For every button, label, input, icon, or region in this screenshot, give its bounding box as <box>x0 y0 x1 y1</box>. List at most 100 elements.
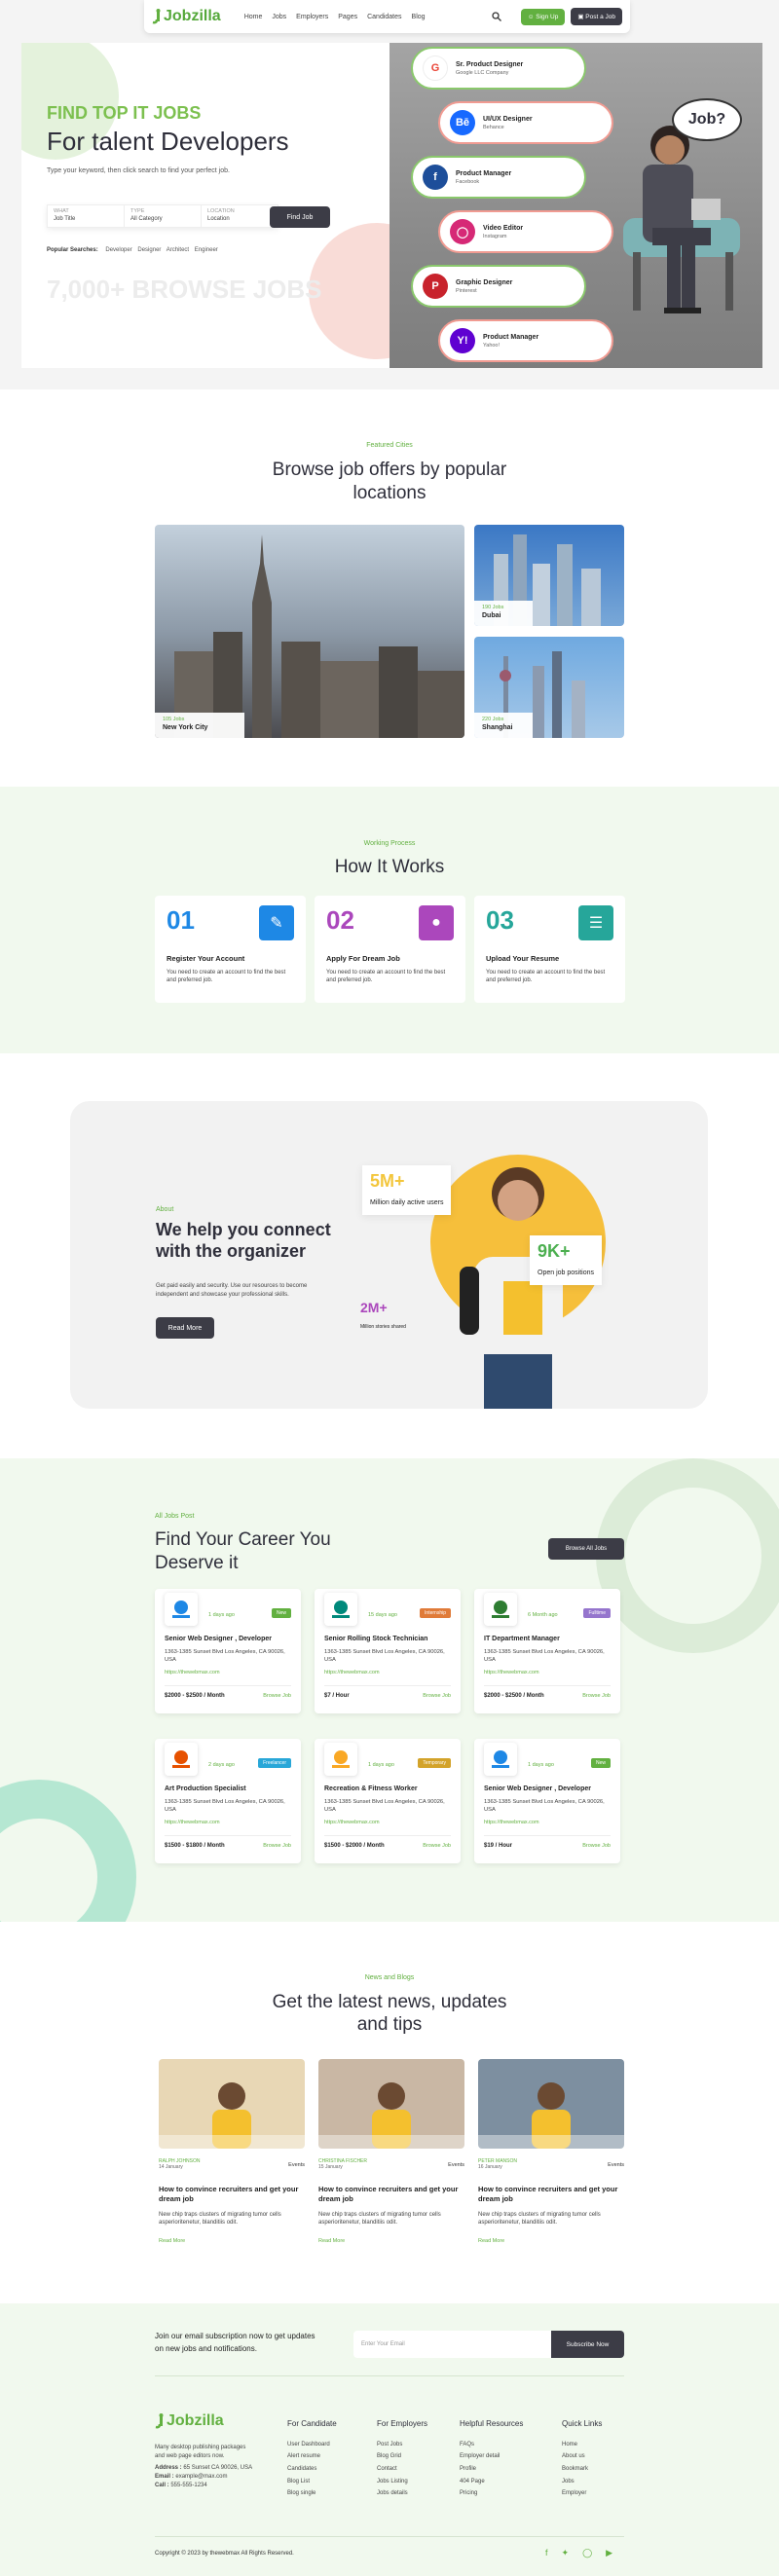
sign-up-button[interactable]: ☺ Sign Up <box>520 8 566 25</box>
youtube-icon[interactable]: ▶ <box>606 2548 612 2558</box>
popular-tag[interactable]: Architect <box>167 247 189 253</box>
post-job-button[interactable]: ▣ Post a Job <box>571 8 622 25</box>
popular-tag[interactable]: Designer <box>137 247 161 253</box>
menu-blog[interactable]: Blog <box>412 14 426 20</box>
job-card-yahoo[interactable]: Y! Product Manager Yahoo! <box>438 319 613 362</box>
job-link[interactable]: https://thewebmax.com <box>484 1820 539 1825</box>
footer-link[interactable]: Post Jobs <box>377 2439 427 2451</box>
footer-link[interactable]: Jobs Listing <box>377 2476 427 2488</box>
footer-link[interactable]: Jobs details <box>377 2487 427 2500</box>
behance-icon: Bē <box>450 110 475 135</box>
subscribe-button[interactable]: Subscribe Now <box>551 2331 624 2358</box>
type-select[interactable]: TYPE All Category <box>125 205 202 227</box>
footer-link[interactable]: Pricing <box>460 2487 523 2500</box>
city-card-new-york[interactable]: 105 Jobs New York City <box>155 525 464 738</box>
job-title[interactable]: Senior Web Designer , Developer <box>165 1636 272 1642</box>
register-icon: ✎ <box>259 905 294 940</box>
blog-card[interactable]: CHRISTINA FISCHER 15 January Events How t… <box>318 2059 464 2250</box>
email-input[interactable]: Enter Your Email <box>353 2331 551 2358</box>
job-card[interactable]: 1 days ago Temporary Recreation & Fitnes… <box>315 1739 461 1863</box>
job-link[interactable]: https://thewebmax.com <box>324 1670 380 1675</box>
footer-link[interactable]: Profile <box>460 2463 523 2476</box>
footer-link[interactable]: Employer detail <box>460 2450 523 2463</box>
step-desc: You need to create an account to find th… <box>167 970 286 984</box>
search-icon[interactable] <box>492 12 501 21</box>
job-card[interactable]: 2 days ago Freelancer Art Production Spe… <box>155 1739 301 1863</box>
footer-column-title: For Employers <box>377 2419 428 2428</box>
twitter-icon[interactable]: ✦ <box>562 2548 570 2558</box>
footer-link[interactable]: Employer <box>562 2487 602 2500</box>
read-more-link[interactable]: Read More <box>318 2238 345 2244</box>
browse-job-link[interactable]: Browse Job <box>263 1693 291 1699</box>
footer-link[interactable]: FAQs <box>460 2439 523 2451</box>
footer-link[interactable]: About us <box>562 2450 602 2463</box>
job-card[interactable]: 15 days ago Internship Senior Rolling St… <box>315 1589 461 1713</box>
footer-link[interactable]: Home <box>562 2439 602 2451</box>
read-more-link[interactable]: Read More <box>159 2238 185 2244</box>
job-link[interactable]: https://thewebmax.com <box>165 1670 220 1675</box>
blog-desc: New chip traps clusters of migrating tum… <box>159 2212 281 2226</box>
city-card-shanghai[interactable]: 220 Jobs Shanghai <box>474 637 624 738</box>
job-title[interactable]: Senior Rolling Stock Technician <box>324 1636 427 1642</box>
job-card-facebook[interactable]: f Product Manager Facebook <box>411 156 586 199</box>
footer-link[interactable]: Bookmark <box>562 2463 602 2476</box>
footer-link[interactable]: Blog Grid <box>377 2450 427 2463</box>
blog-card[interactable]: PETER MANSON 16 January Events How to con… <box>478 2059 624 2250</box>
job-card[interactable]: 6 Month ago Fulltime IT Department Manag… <box>474 1589 620 1713</box>
job-title[interactable]: Senior Web Designer , Developer <box>484 1785 591 1792</box>
what-field[interactable]: WHAT Job Title <box>48 205 125 227</box>
footer-link[interactable]: Blog single <box>287 2487 337 2500</box>
instagram-icon[interactable]: ◯ <box>582 2548 592 2558</box>
job-title[interactable]: IT Department Manager <box>484 1636 560 1642</box>
blog-title[interactable]: How to convince recruiters and get your … <box>318 2185 464 2204</box>
footer-logo[interactable]: Jobzilla <box>155 2412 224 2430</box>
blog-card[interactable]: RALPH JOHNSON 14 January Events How to co… <box>159 2059 305 2250</box>
footer-link[interactable]: Blog List <box>287 2476 337 2488</box>
footer-link[interactable]: Jobs <box>562 2476 602 2488</box>
popular-tag[interactable]: Engineer <box>195 247 218 253</box>
facebook-icon[interactable]: f <box>545 2548 548 2558</box>
job-card-google[interactable]: G Sr. Product Designer Google LLC Company <box>411 47 586 90</box>
job-link[interactable]: https://thewebmax.com <box>484 1670 539 1675</box>
job-link[interactable]: https://thewebmax.com <box>324 1820 380 1825</box>
find-job-button[interactable]: Find Job <box>270 206 330 228</box>
job-card[interactable]: 1 days ago New Senior Web Designer , Dev… <box>474 1739 620 1863</box>
browse-job-link[interactable]: Browse Job <box>263 1843 291 1849</box>
job-card-behance[interactable]: Bē UI/UX Designer Behance <box>438 101 613 144</box>
blog-title[interactable]: How to convince recruiters and get your … <box>478 2185 624 2204</box>
job-title[interactable]: Recreation & Fitness Worker <box>324 1785 418 1792</box>
read-more-link[interactable]: Read More <box>478 2238 504 2244</box>
job-card[interactable]: 1 days ago New Senior Web Designer , Dev… <box>155 1589 301 1713</box>
blog-title[interactable]: How to convince recruiters and get your … <box>159 2185 305 2204</box>
job-type-badge: Fulltime <box>583 1608 611 1618</box>
job-title[interactable]: Art Production Specialist <box>165 1785 246 1792</box>
footer-link[interactable]: 404 Page <box>460 2476 523 2488</box>
browse-job-link[interactable]: Browse Job <box>423 1693 451 1699</box>
cities-kicker: Featured Cities <box>366 442 413 449</box>
popular-tag[interactable]: Developer <box>105 247 131 253</box>
browse-all-jobs-button[interactable]: Browse All Jobs <box>548 1538 624 1560</box>
city-card-dubai[interactable]: 190 Jobs Dubai <box>474 525 624 626</box>
read-more-button[interactable]: Read More <box>156 1317 214 1339</box>
step-card: 02 ● Apply For Dream Job You need to cre… <box>315 896 465 1003</box>
footer-link[interactable]: Alert resume <box>287 2450 337 2463</box>
menu-pages[interactable]: Pages <box>338 14 357 20</box>
job-link[interactable]: https://thewebmax.com <box>165 1820 220 1825</box>
menu-home[interactable]: Home <box>244 14 263 20</box>
footer-link[interactable]: Candidates <box>287 2463 337 2476</box>
logo-j-icon <box>152 9 161 24</box>
blog-category: Events <box>608 2162 624 2168</box>
browse-job-link[interactable]: Browse Job <box>582 1843 611 1849</box>
company-logo <box>324 1593 357 1626</box>
footer-link[interactable]: Contact <box>377 2463 427 2476</box>
location-field[interactable]: LOCATION Location <box>202 205 278 227</box>
browse-job-link[interactable]: Browse Job <box>423 1843 451 1849</box>
browse-job-link[interactable]: Browse Job <box>582 1693 611 1699</box>
logo[interactable]: Jobzilla <box>152 8 221 25</box>
menu-employers[interactable]: Employers <box>296 14 328 20</box>
menu-candidates[interactable]: Candidates <box>367 14 401 20</box>
menu-jobs[interactable]: Jobs <box>272 14 286 20</box>
job-card-instagram[interactable]: ◯ Video Editor Instagram <box>438 210 613 253</box>
footer-link[interactable]: User Dashboard <box>287 2439 337 2451</box>
job-card-pinterest[interactable]: P Graphic Designer Pinterest <box>411 265 586 308</box>
